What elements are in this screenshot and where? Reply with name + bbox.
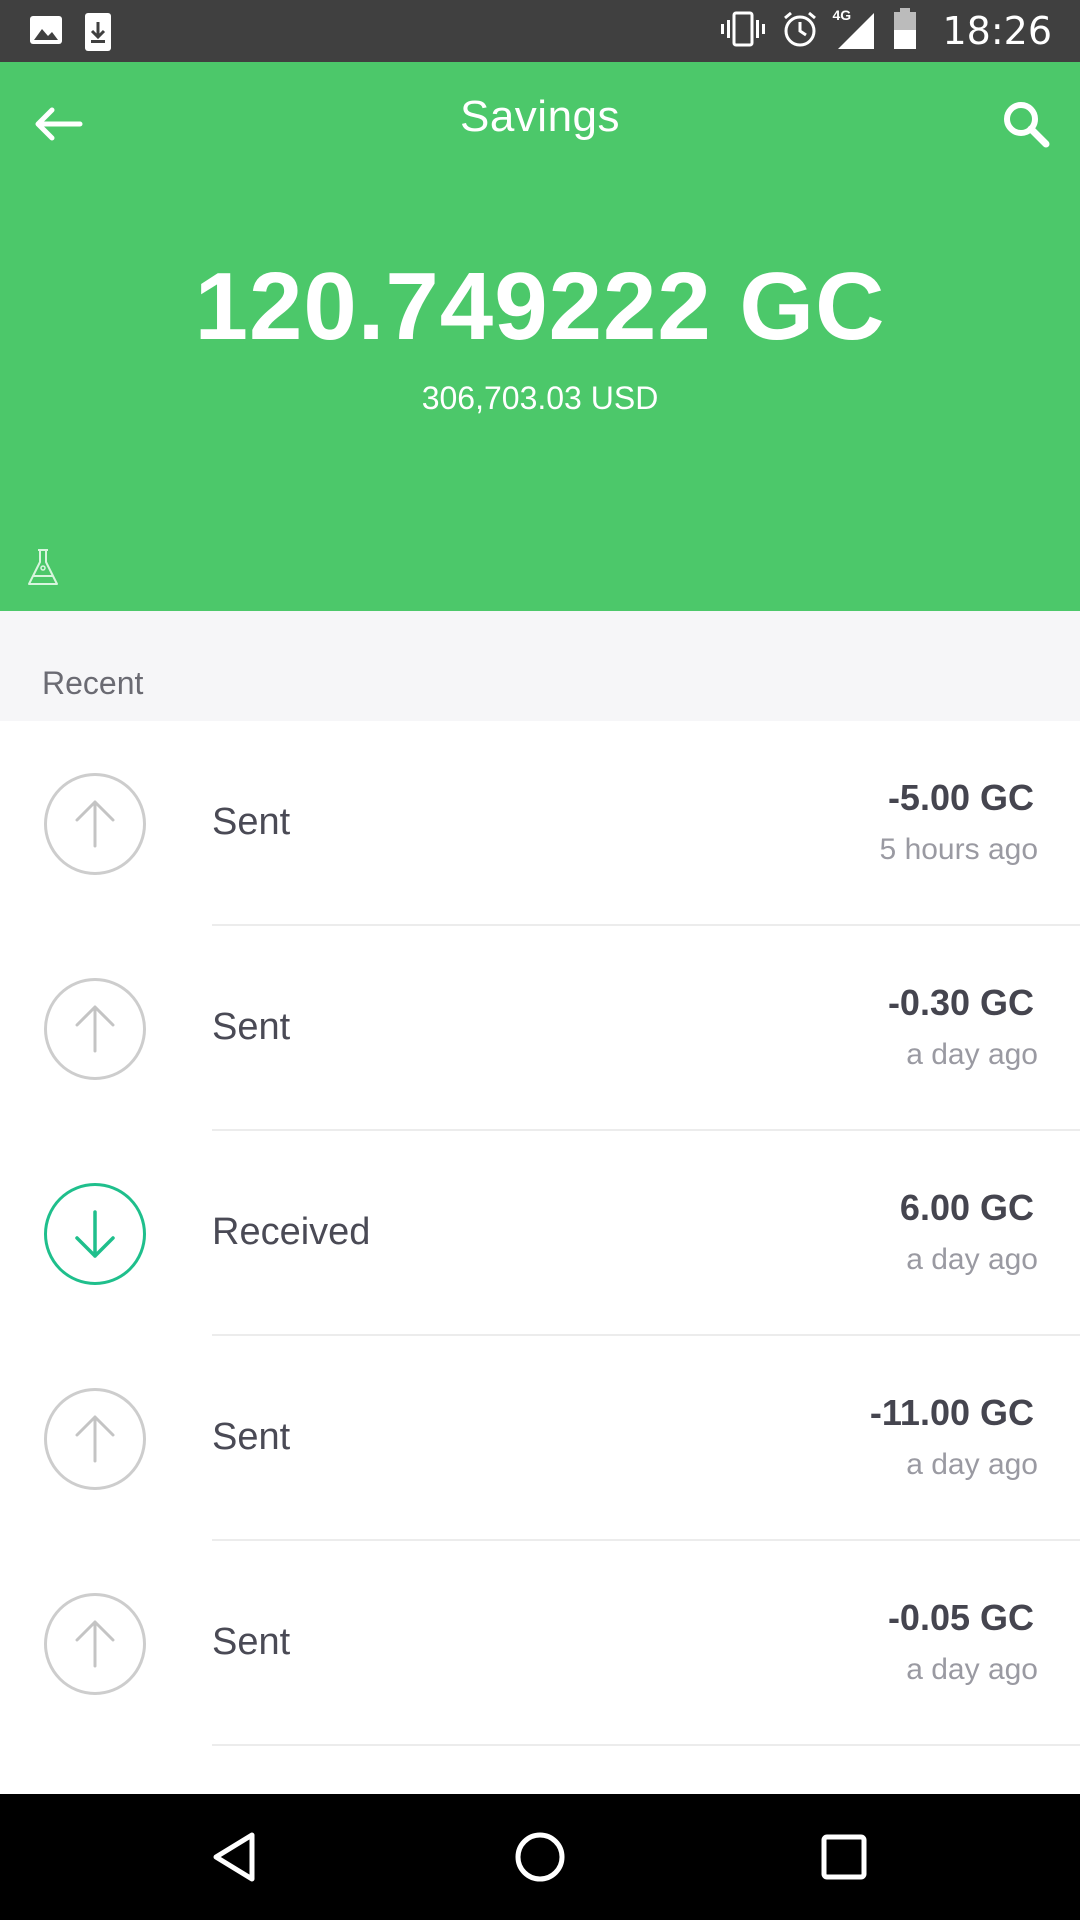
signal-icon: 4G <box>832 7 878 51</box>
transaction-row[interactable]: Sent -11.00 GC a day ago <box>0 1336 1080 1541</box>
battery-icon <box>892 7 918 55</box>
status-time: 18:26 <box>942 9 1052 53</box>
network-type: 4G <box>832 7 852 23</box>
transaction-time: a day ago <box>906 1653 1038 1686</box>
transaction-time: a day ago <box>906 1243 1038 1276</box>
arrow-down-icon <box>44 1183 146 1285</box>
vibrate-icon <box>720 11 766 52</box>
transaction-label: Sent <box>212 801 291 843</box>
transaction-label: Received <box>212 1211 371 1253</box>
transaction-row[interactable]: Sent -0.30 GC a day ago <box>0 926 1080 1131</box>
image-icon <box>28 12 64 57</box>
transaction-label: Sent <box>212 1416 291 1458</box>
transaction-amount: -0.05 GC <box>887 1597 1034 1638</box>
balance-header: Savings 120.749222 GC 306,703.03 USD <box>0 62 1080 611</box>
search-icon <box>1004 102 1050 148</box>
balance-amount: 120.749222 GC <box>194 253 886 360</box>
transaction-label: Sent <box>212 1006 291 1048</box>
transaction-list: Sent -5.00 GC 5 hours ago Sent -0.30 GC … <box>0 721 1080 1746</box>
transaction-row[interactable]: Sent -0.05 GC a day ago <box>0 1541 1080 1746</box>
transaction-time: a day ago <box>906 1038 1038 1071</box>
section-label: Recent <box>42 665 144 701</box>
transaction-amount: 6.00 GC <box>899 1187 1034 1228</box>
flask-icon[interactable] <box>26 548 60 588</box>
transaction-amount: -0.30 GC <box>887 982 1034 1023</box>
recents-square-icon[interactable] <box>814 1827 874 1887</box>
arrow-up-icon <box>44 1593 146 1695</box>
transaction-row[interactable]: Sent -5.00 GC 5 hours ago <box>0 721 1080 926</box>
navigation-bar <box>0 1794 1080 1920</box>
recent-section-header: Recent <box>0 611 1080 721</box>
transaction-label: Sent <box>212 1621 291 1663</box>
download-icon <box>84 12 112 57</box>
transaction-time: 5 hours ago <box>879 833 1038 866</box>
transaction-amount: -11.00 GC <box>869 1392 1034 1433</box>
divider <box>212 1744 1080 1746</box>
fiat-amount: 306,703.03 USD <box>421 380 659 416</box>
search-button[interactable] <box>996 94 1056 154</box>
status-bar: 4G 18:26 <box>0 0 1080 62</box>
transaction-row[interactable]: Received 6.00 GC a day ago <box>0 1131 1080 1336</box>
page-title: Savings <box>459 92 621 141</box>
transaction-amount: -5.00 GC <box>887 777 1034 818</box>
arrow-up-icon <box>44 1388 146 1490</box>
home-circle-icon[interactable] <box>510 1827 570 1887</box>
alarm-icon <box>780 9 820 54</box>
back-triangle-icon[interactable] <box>206 1827 266 1887</box>
arrow-up-icon <box>44 773 146 875</box>
arrow-up-icon <box>44 978 146 1080</box>
transaction-time: a day ago <box>906 1448 1038 1481</box>
